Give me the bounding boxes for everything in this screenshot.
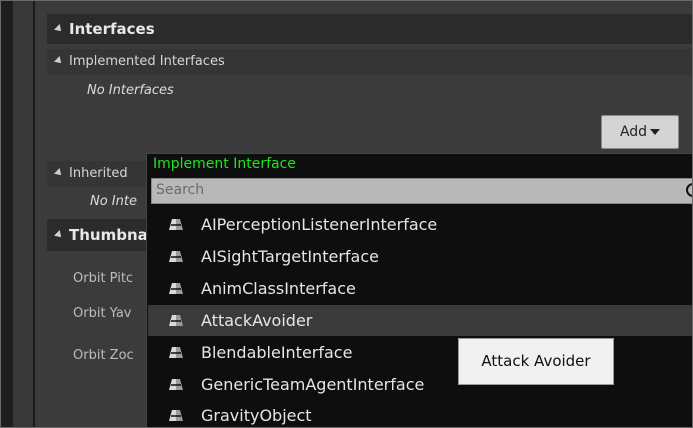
search-icon [686,183,692,197]
inherited-interfaces-title: Inherited [69,166,128,181]
search-input[interactable]: Search [151,178,692,204]
thumbnail-title: Thumbna [69,226,148,244]
expand-triangle-icon [54,167,64,178]
details-window: Interfaces Implemented Interfaces No Int… [0,0,693,428]
expand-triangle-icon [54,229,64,240]
list-item-label: GenericTeamAgentInterface [201,375,425,394]
search-placeholder: Search [156,182,205,198]
interface-icon [169,251,183,262]
list-item[interactable]: AISightTargetInterface [148,241,692,272]
interface-icon [169,410,183,421]
implemented-empty-text: No Interfaces [87,83,174,98]
add-interface-button[interactable]: Add [601,115,679,149]
interface-icon [169,379,183,390]
inherited-empty-text: No Inte [90,194,137,209]
interface-icon [169,219,183,230]
interface-icon [169,283,183,294]
list-item-label: AnimClassInterface [201,279,356,298]
left-gutter [1,1,13,427]
orbit-pitch-label: Orbit Pitc [73,271,134,286]
orbit-yaw-label: Orbit Yav [73,306,132,321]
interface-icon [169,315,183,326]
interfaces-section-header[interactable]: Interfaces [47,14,692,44]
interface-icon [169,347,183,358]
list-item-label: AttackAvoider [201,311,313,330]
list-item[interactable]: AttackAvoider [148,305,692,336]
popup-title: Implement Interface [153,156,296,172]
expand-triangle-icon [54,23,64,34]
list-item[interactable]: AnimClassInterface [148,273,692,304]
list-item-label: BlendableInterface [201,343,353,362]
list-item-label: AIPerceptionListenerInterface [201,215,438,234]
tooltip: Attack Avoider [458,338,614,385]
implemented-interfaces-header[interactable]: Implemented Interfaces [47,49,692,75]
orbit-zoom-label: Orbit Zoc [73,348,134,363]
list-item-label: GravityObject [201,406,312,425]
add-button-label: Add [619,124,648,140]
implemented-interfaces-title: Implemented Interfaces [69,54,225,69]
list-item[interactable]: GravityObject [148,400,692,427]
interfaces-title: Interfaces [69,20,155,38]
list-item[interactable]: AIPerceptionListenerInterface [148,209,692,240]
chevron-down-icon [650,129,661,135]
implement-interface-popup: Implement Interface Search AIPerceptionL… [146,153,692,427]
list-item-label: AISightTargetInterface [201,247,379,266]
expand-triangle-icon [54,55,64,66]
left-gutter-inner [13,1,35,427]
